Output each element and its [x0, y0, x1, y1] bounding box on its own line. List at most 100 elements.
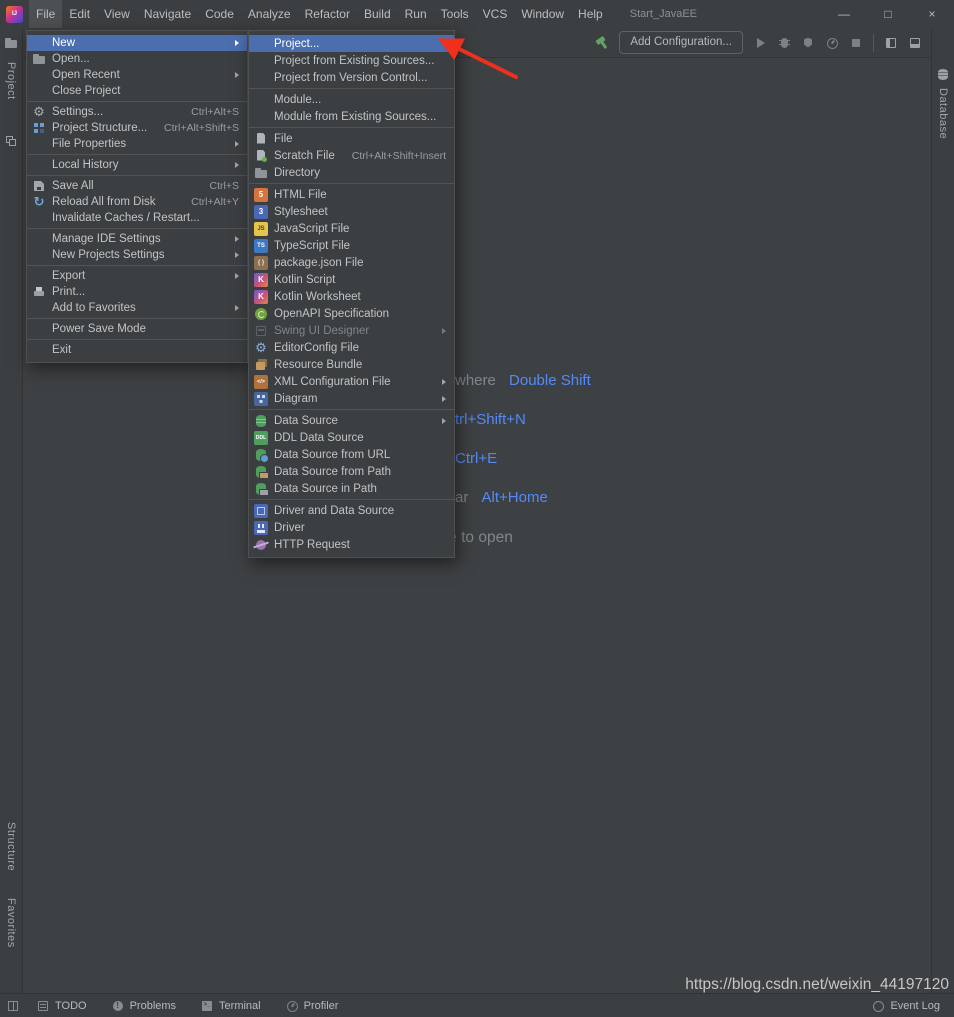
menu-item-http-request[interactable]: HTTP Request [249, 536, 454, 553]
tool-window-switcher-icon[interactable] [6, 999, 20, 1013]
menu-separator [27, 318, 247, 319]
menu-item-close-project[interactable]: Close Project [27, 83, 247, 99]
menubar-item-window[interactable]: Window [514, 0, 571, 28]
menu-item-project-from-version-control[interactable]: Project from Version Control... [249, 69, 454, 86]
balloon-icon [871, 999, 885, 1013]
menu-item-kotlin-worksheet[interactable]: Kotlin Worksheet [249, 288, 454, 305]
menu-item-directory[interactable]: Directory [249, 164, 454, 181]
menubar-item-view[interactable]: View [97, 0, 137, 28]
menu-item-label: Print... [52, 286, 85, 298]
menu-item-data-source-from-url[interactable]: Data Source from URL [249, 446, 454, 463]
menu-item-diagram[interactable]: Diagram [249, 390, 454, 407]
project-window-icon[interactable] [884, 36, 898, 50]
menubar-item-edit[interactable]: Edit [62, 0, 97, 28]
menu-item-typescript-file[interactable]: TypeScript File [249, 237, 454, 254]
menu-item-package-json-file[interactable]: package.json File [249, 254, 454, 271]
menubar-item-run[interactable]: Run [398, 0, 434, 28]
menu-item-power-save-mode[interactable]: Power Save Mode [27, 321, 247, 337]
menubar-item-analyze[interactable]: Analyze [241, 0, 298, 28]
menubar-item-build[interactable]: Build [357, 0, 398, 28]
statusbar-tab-problems[interactable]: Problems [111, 999, 176, 1013]
submenu-arrow-icon [235, 305, 239, 311]
reload-icon [32, 195, 46, 209]
menu-item-project-structure[interactable]: Project Structure...Ctrl+Alt+Shift+S [27, 120, 247, 136]
menu-item-label: Power Save Mode [52, 323, 146, 335]
statusbar-tab-profiler[interactable]: Profiler [285, 999, 339, 1013]
menu-item-data-source-in-path[interactable]: Data Source in Path [249, 480, 454, 497]
tool-button-structure[interactable]: Structure [5, 822, 17, 871]
squares-icon[interactable] [4, 134, 18, 148]
database-side-icon[interactable] [936, 68, 950, 82]
menu-item-data-source-from-path[interactable]: Data Source from Path [249, 463, 454, 480]
menu-separator [249, 499, 454, 500]
menubar-item-code[interactable]: Code [198, 0, 241, 28]
tool-button-project[interactable]: Project [5, 62, 17, 100]
bundle-icon [254, 358, 268, 372]
minimize-button[interactable]: — [822, 0, 866, 28]
menu-item-settings[interactable]: Settings...Ctrl+Alt+S [27, 104, 247, 120]
menu-item-invalidate-caches-restart[interactable]: Invalidate Caches / Restart... [27, 210, 247, 226]
menubar-item-refactor[interactable]: Refactor [298, 0, 357, 28]
bug-icon[interactable] [777, 36, 791, 50]
statusbar-tab-terminal[interactable]: Terminal [200, 999, 261, 1013]
menu-item-local-history[interactable]: Local History [27, 157, 247, 173]
menubar-item-file[interactable]: File [29, 0, 62, 28]
menubar-item-navigate[interactable]: Navigate [137, 0, 198, 28]
statusbar-tab-todo[interactable]: TODO [36, 999, 87, 1013]
menu-item-new-projects-settings[interactable]: New Projects Settings [27, 247, 247, 263]
menu-item-ddl-data-source[interactable]: DDL Data Source [249, 429, 454, 446]
maximize-button[interactable]: □ [866, 0, 910, 28]
menu-bar: FileEditViewNavigateCodeAnalyzeRefactorB… [29, 0, 610, 28]
coverage-icon[interactable] [801, 36, 815, 50]
menu-item-xml-configuration-file[interactable]: XML Configuration File [249, 373, 454, 390]
build-hammer-icon[interactable] [595, 36, 609, 50]
menubar-item-tools[interactable]: Tools [434, 0, 476, 28]
menu-item-data-source[interactable]: Data Source [249, 412, 454, 429]
menu-item-open-recent[interactable]: Open Recent [27, 67, 247, 83]
pkg-icon [254, 256, 268, 270]
menu-item-kotlin-script[interactable]: Kotlin Script [249, 271, 454, 288]
menubar-item-vcs[interactable]: VCS [476, 0, 515, 28]
menu-item-javascript-file[interactable]: JavaScript File [249, 220, 454, 237]
menu-item-label: DDL Data Source [274, 432, 364, 444]
menu-item-label: New [52, 37, 75, 49]
menu-item-driver[interactable]: Driver [249, 519, 454, 536]
menu-item-stylesheet[interactable]: Stylesheet [249, 203, 454, 220]
menu-item-openapi-specification[interactable]: OpenAPI Specification [249, 305, 454, 322]
menu-item-add-to-favorites[interactable]: Add to Favorites [27, 300, 247, 316]
menu-item-reload-all-from-disk[interactable]: Reload All from DiskCtrl+Alt+Y [27, 194, 247, 210]
menu-item-print[interactable]: Print... [27, 284, 247, 300]
menu-item-export[interactable]: Export [27, 268, 247, 284]
menu-item-resource-bundle[interactable]: Resource Bundle [249, 356, 454, 373]
menu-item-html-file[interactable]: HTML File [249, 186, 454, 203]
close-button[interactable]: × [910, 0, 954, 28]
stop-icon[interactable] [849, 36, 863, 50]
menu-item-editorconfig-file[interactable]: EditorConfig File [249, 339, 454, 356]
menu-item-manage-ide-settings[interactable]: Manage IDE Settings [27, 231, 247, 247]
menu-item-new[interactable]: New [27, 35, 247, 51]
shortcut-hints: where Double Shifttrl+Shift+NCtrl+Ear Al… [455, 372, 591, 528]
menu-item-driver-and-data-source[interactable]: Driver and Data Source [249, 502, 454, 519]
menu-item-scratch-file[interactable]: Scratch FileCtrl+Alt+Shift+Insert [249, 147, 454, 164]
layout-icon[interactable] [908, 36, 922, 50]
menu-item-module[interactable]: Module... [249, 91, 454, 108]
menu-item-save-all[interactable]: Save AllCtrl+S [27, 178, 247, 194]
menu-item-exit[interactable]: Exit [27, 342, 247, 358]
event-log-button[interactable]: Event Log [871, 999, 940, 1013]
tool-button-database[interactable]: Database [937, 88, 949, 139]
statusbar-tab-label: TODO [55, 1000, 87, 1012]
menu-item-module-from-existing-sources[interactable]: Module from Existing Sources... [249, 108, 454, 125]
menu-item-open[interactable]: Open... [27, 51, 247, 67]
tool-button-favorites[interactable]: Favorites [5, 898, 17, 948]
menu-item-project-from-existing-sources[interactable]: Project from Existing Sources... [249, 52, 454, 69]
folder-icon[interactable] [4, 36, 18, 50]
profiler-icon[interactable] [825, 36, 839, 50]
menu-item-project[interactable]: Project... [249, 35, 454, 52]
play-icon[interactable] [753, 36, 767, 50]
menu-item-file[interactable]: File [249, 130, 454, 147]
menu-item-file-properties[interactable]: File Properties [27, 136, 247, 152]
menu-item-swing-ui-designer[interactable]: Swing UI Designer [249, 322, 454, 339]
status-bar: TODO Problems Terminal Profiler Event Log [0, 993, 954, 1017]
add-configuration-button[interactable]: Add Configuration... [619, 31, 743, 54]
menubar-item-help[interactable]: Help [571, 0, 610, 28]
